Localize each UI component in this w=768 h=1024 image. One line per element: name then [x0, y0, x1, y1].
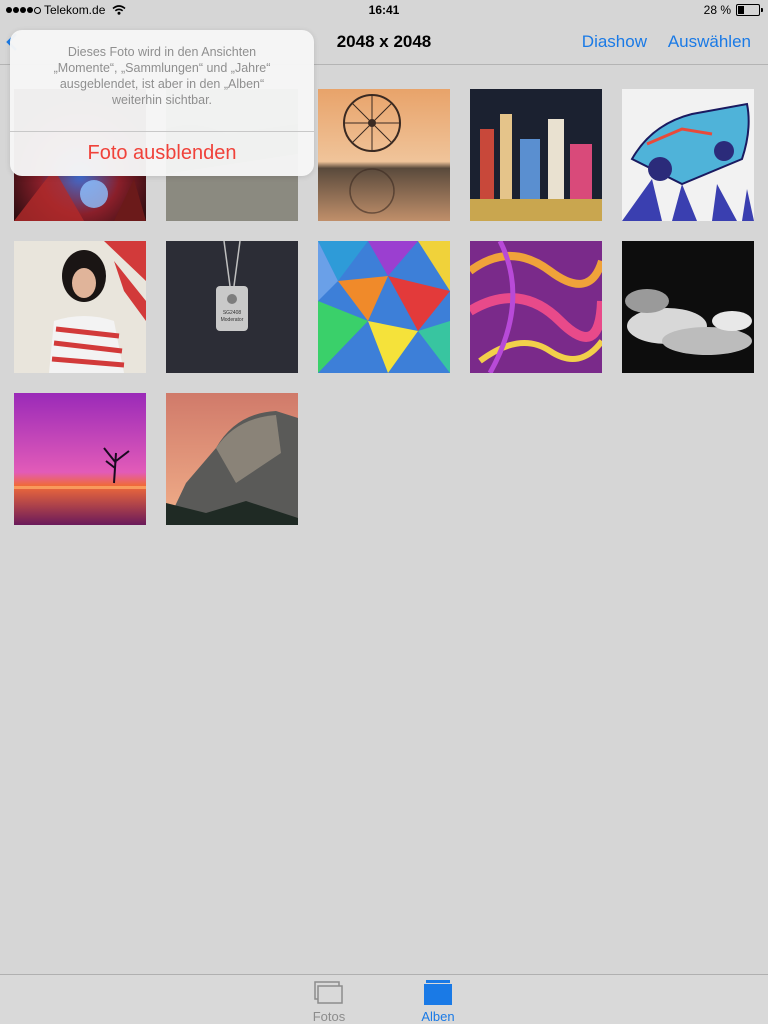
slideshow-button[interactable]: Diashow: [582, 32, 647, 52]
photo-psychedelic-car[interactable]: [622, 89, 754, 221]
tab-alben-label: Alben: [421, 1009, 455, 1024]
photo-colorful-polygons[interactable]: [318, 241, 450, 373]
tab-bar: Fotos Alben: [0, 974, 768, 1024]
photo-colorful-swirls[interactable]: [470, 241, 602, 373]
hide-photo-button[interactable]: Foto ausblenden: [10, 131, 314, 176]
photo-half-dome[interactable]: [166, 393, 298, 525]
status-right: 28 %: [703, 3, 763, 17]
photo-city-night[interactable]: [470, 89, 602, 221]
popover-message: Dieses Foto wird in den Ansichten „Momen…: [53, 45, 271, 107]
hide-photo-popover: Dieses Foto wird in den Ansichten „Momen…: [10, 30, 314, 176]
tab-alben[interactable]: Alben: [398, 980, 478, 1024]
tab-fotos-label: Fotos: [312, 1009, 346, 1024]
status-time: 16:41: [368, 3, 400, 17]
photo-purple-sunset-tree[interactable]: [14, 393, 146, 525]
photo-dog-tag[interactable]: SG2408 Moderator: [166, 241, 298, 373]
photo-bw-clouds[interactable]: [622, 241, 754, 373]
svg-text:Moderator: Moderator: [221, 317, 244, 323]
battery-percentage: 28 %: [703, 3, 731, 17]
battery-icon: [736, 4, 763, 16]
status-bar: Telekom.de 16:41 28 %: [0, 0, 768, 20]
album-icon: [424, 980, 452, 1005]
photo-woman-striped-dress[interactable]: [14, 241, 146, 373]
select-button[interactable]: Auswählen: [668, 32, 751, 52]
photo-ferris-wheel[interactable]: [318, 89, 450, 221]
svg-text:SG2408: SG2408: [223, 310, 242, 316]
photos-stack-icon: [314, 981, 343, 1004]
tab-fotos[interactable]: Fotos: [289, 980, 369, 1024]
